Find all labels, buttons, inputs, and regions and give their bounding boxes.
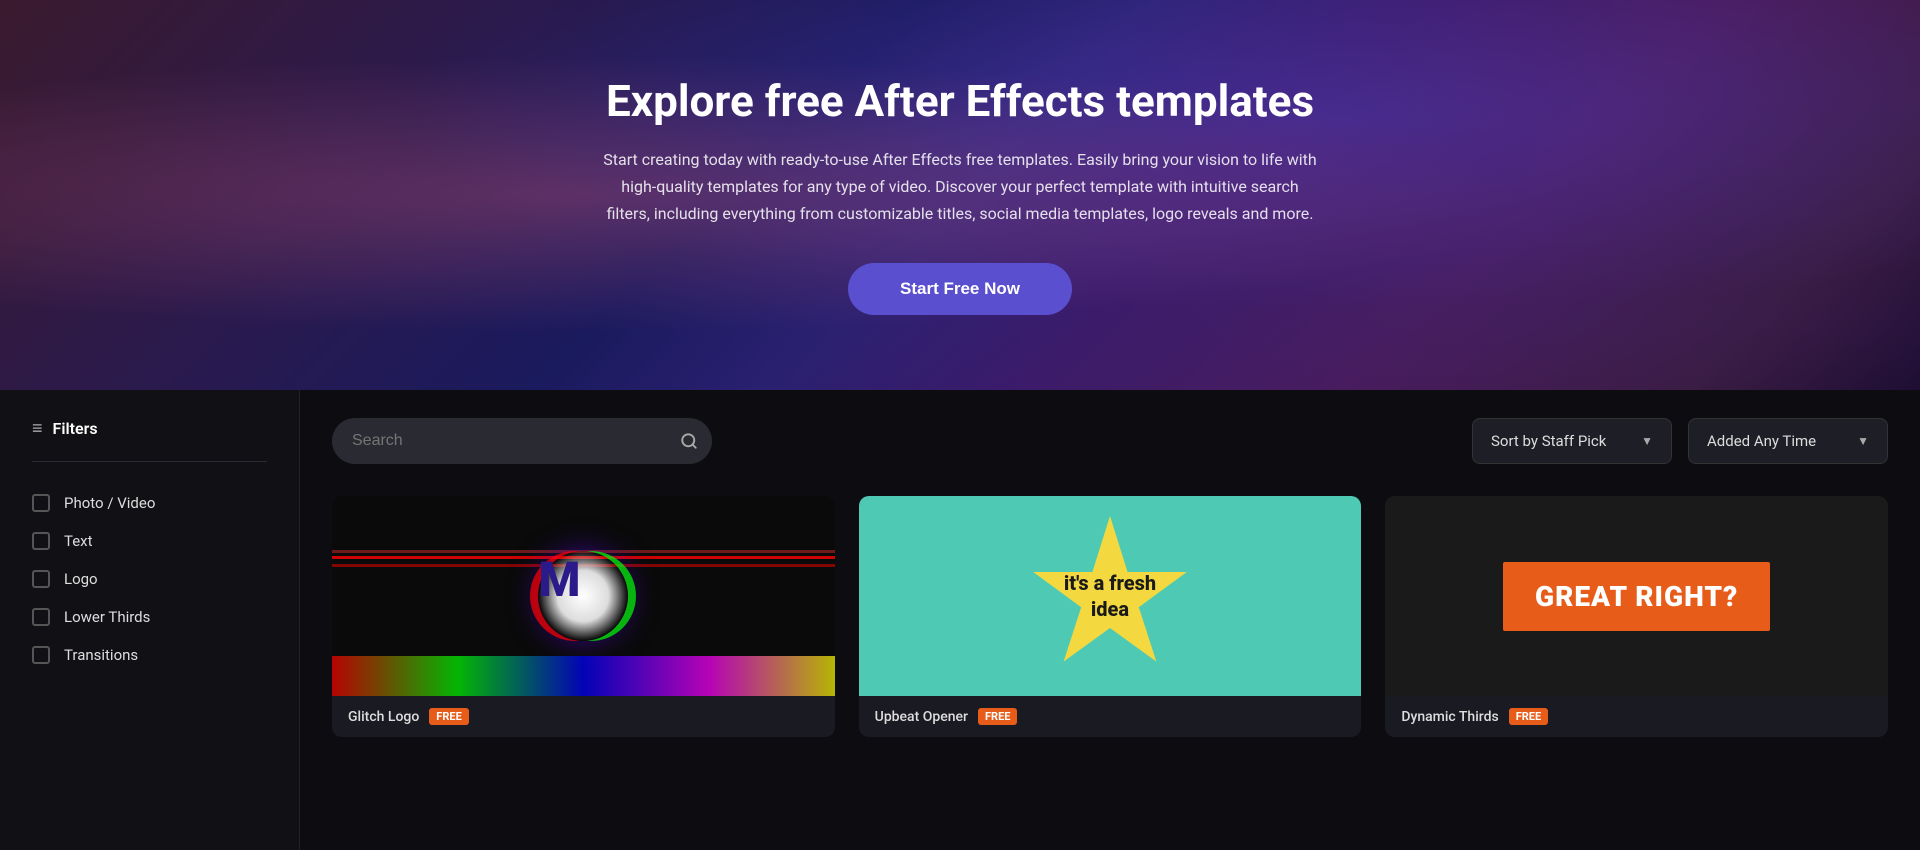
main-content: ≡ Filters Photo / Video Text Logo Lower … <box>0 390 1920 850</box>
sort-dropdown[interactable]: Sort by Staff Pick ▼ <box>1472 418 1672 464</box>
star-burst: it's a fresh idea <box>1030 516 1190 676</box>
filter-item-photo-video[interactable]: Photo / Video <box>32 484 267 522</box>
filter-item-transitions[interactable]: Transitions <box>32 636 267 674</box>
filter-item-logo[interactable]: Logo <box>32 560 267 598</box>
filter-item-text[interactable]: Text <box>32 522 267 560</box>
glitch-circle: M <box>538 551 628 641</box>
search-container <box>332 418 712 464</box>
fresh-idea-text: it's a fresh idea <box>1064 570 1156 622</box>
glitch-letter: M <box>538 551 580 608</box>
sidebar-divider <box>32 461 267 462</box>
template-footer-upbeat: Upbeat Opener FREE <box>859 696 1362 737</box>
filter-checkbox-photo-video[interactable] <box>32 494 50 512</box>
start-free-button[interactable]: Start Free Now <box>848 263 1072 315</box>
template-card-dynamic-thirds[interactable]: GREAT RIGHT? Dynamic Thirds FREE <box>1385 496 1888 737</box>
filter-label-transitions[interactable]: Transitions <box>64 646 138 664</box>
template-card-upbeat-opener[interactable]: it's a fresh idea Upbeat Opener FREE <box>859 496 1362 737</box>
filter-checkbox-lower-thirds[interactable] <box>32 608 50 626</box>
filter-label-photo-video[interactable]: Photo / Video <box>64 494 155 512</box>
filter-label-text[interactable]: Text <box>64 532 93 550</box>
chevron-down-icon: ▼ <box>1641 434 1653 448</box>
time-label: Added Any Time <box>1707 432 1816 450</box>
filters-header: ≡ Filters <box>32 418 267 439</box>
hero-subtitle: Start creating today with ready-to-use A… <box>600 146 1320 228</box>
controls-bar: Sort by Staff Pick ▼ Added Any Time ▼ <box>332 418 1888 464</box>
thumbnail-upbeat-opener: it's a fresh idea <box>859 496 1362 696</box>
time-dropdown[interactable]: Added Any Time ▼ <box>1688 418 1888 464</box>
filter-checkbox-logo[interactable] <box>32 570 50 588</box>
filter-label-lower-thirds[interactable]: Lower Thirds <box>64 608 150 626</box>
filters-icon: ≡ <box>32 418 43 439</box>
filter-item-lower-thirds[interactable]: Lower Thirds <box>32 598 267 636</box>
filter-checkbox-text[interactable] <box>32 532 50 550</box>
search-icon <box>680 432 698 450</box>
template-footer-glitch: Glitch Logo FREE <box>332 696 835 737</box>
template-card-glitch-logo[interactable]: M Glitch Logo FREE <box>332 496 835 737</box>
text-line1: it's a fresh <box>1064 571 1156 595</box>
great-right-text: GREAT RIGHT? <box>1535 580 1738 613</box>
templates-grid: M Glitch Logo FREE it's a fresh i <box>332 496 1888 737</box>
free-badge-dynamic: FREE <box>1509 708 1548 725</box>
hero-content: Explore free After Effects templates Sta… <box>600 75 1320 315</box>
great-right-banner: GREAT RIGHT? <box>1503 562 1770 631</box>
text-line2: idea <box>1091 597 1129 621</box>
thumbnail-dynamic-thirds: GREAT RIGHT? <box>1385 496 1888 696</box>
template-name-upbeat: Upbeat Opener <box>875 709 968 725</box>
sidebar: ≡ Filters Photo / Video Text Logo Lower … <box>0 390 300 850</box>
glitch-stripes <box>332 656 835 696</box>
hero-title: Explore free After Effects templates <box>600 75 1320 128</box>
glitch-effect: M <box>332 496 835 696</box>
hero-section: Explore free After Effects templates Sta… <box>0 0 1920 390</box>
template-name-dynamic: Dynamic Thirds <box>1401 709 1498 725</box>
thumbnail-glitch-logo: M <box>332 496 835 696</box>
free-badge-upbeat: FREE <box>978 708 1017 725</box>
filter-label-logo[interactable]: Logo <box>64 570 98 588</box>
search-input[interactable] <box>332 418 712 464</box>
search-button[interactable] <box>680 432 698 450</box>
sort-label: Sort by Staff Pick <box>1491 432 1606 450</box>
template-name-glitch: Glitch Logo <box>348 709 419 725</box>
template-footer-dynamic: Dynamic Thirds FREE <box>1385 696 1888 737</box>
free-badge-glitch: FREE <box>429 708 468 725</box>
filter-checkbox-transitions[interactable] <box>32 646 50 664</box>
chevron-down-icon-time: ▼ <box>1857 434 1869 448</box>
content-area: Sort by Staff Pick ▼ Added Any Time ▼ M <box>300 390 1920 850</box>
filters-title: Filters <box>53 419 98 438</box>
